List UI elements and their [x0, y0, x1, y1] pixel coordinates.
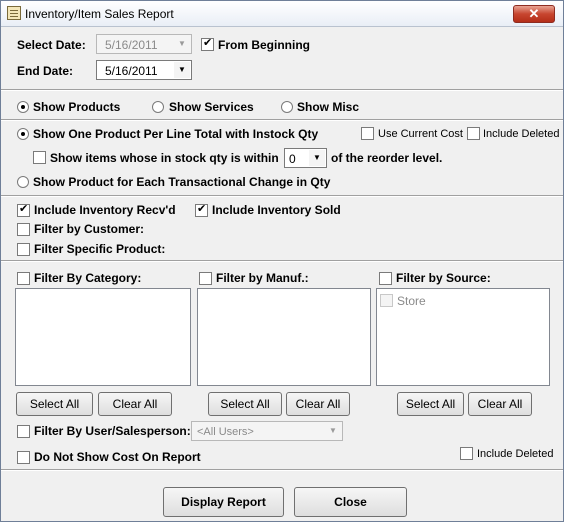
- include-recvd-checkbox[interactable]: [17, 202, 30, 217]
- no-cost-checkbox[interactable]: [17, 451, 30, 464]
- filter-manuf-checkbox[interactable]: [199, 272, 212, 285]
- window-close-button[interactable]: ✕: [513, 5, 555, 23]
- manuf-list[interactable]: [197, 288, 371, 386]
- show-products-label: Show Products: [33, 100, 121, 114]
- source-select-all-button[interactable]: Select All: [397, 392, 464, 416]
- category-select-all-button[interactable]: Select All: [16, 392, 93, 416]
- filter-source-checkbox[interactable]: [379, 272, 392, 285]
- include-recvd-label: Include Inventory Recv'd: [34, 203, 176, 217]
- show-products-radio[interactable]: [17, 101, 29, 113]
- within-reorder-checkbox[interactable]: [33, 151, 46, 164]
- use-current-cost-label: Use Current Cost: [378, 128, 463, 140]
- category-list[interactable]: [15, 288, 191, 386]
- reorder-level-label: of the reorder level.: [331, 151, 443, 165]
- filter-user-label: Filter By User/Salesperson:: [34, 424, 191, 438]
- window-title: Inventory/Item Sales Report: [25, 7, 174, 21]
- filter-product-label: Filter Specific Product:: [34, 242, 166, 256]
- end-date-picker[interactable]: 5/16/2011 ▼: [96, 60, 192, 80]
- include-deleted-label: Include Deleted: [483, 128, 560, 140]
- end-date-label: End Date:: [17, 64, 74, 78]
- divider: [1, 260, 563, 262]
- category-clear-all-button[interactable]: Clear All: [98, 392, 172, 416]
- chevron-down-icon: ▼: [174, 36, 190, 52]
- source-list[interactable]: Store: [376, 288, 550, 386]
- filter-product-checkbox[interactable]: [17, 243, 30, 256]
- show-misc-label: Show Misc: [297, 100, 360, 114]
- filter-category-checkbox[interactable]: [17, 272, 30, 285]
- user-include-deleted-checkbox[interactable]: [460, 447, 473, 460]
- divider: [1, 89, 563, 91]
- title-bar: Inventory/Item Sales Report ✕: [1, 1, 563, 27]
- include-sold-label: Include Inventory Sold: [212, 203, 341, 217]
- manuf-select-all-button[interactable]: Select All: [208, 392, 282, 416]
- within-reorder-label: Show items whose in stock qty is within: [50, 151, 279, 165]
- include-deleted-checkbox[interactable]: [467, 127, 480, 140]
- select-date-picker[interactable]: 5/16/2011 ▼: [96, 34, 192, 54]
- report-dialog: Inventory/Item Sales Report ✕ Select Dat…: [0, 0, 564, 522]
- filter-customer-checkbox[interactable]: [17, 223, 30, 236]
- divider: [1, 119, 563, 121]
- report-icon: [7, 6, 21, 20]
- show-services-radio[interactable]: [152, 101, 164, 113]
- show-services-label: Show Services: [169, 100, 254, 114]
- divider: [1, 195, 563, 197]
- use-current-cost-checkbox[interactable]: [361, 127, 374, 140]
- display-report-button[interactable]: Display Report: [163, 487, 284, 517]
- close-icon: ✕: [528, 6, 540, 21]
- close-button[interactable]: Close: [294, 487, 407, 517]
- source-clear-all-button[interactable]: Clear All: [468, 392, 532, 416]
- filter-category-label: Filter By Category:: [34, 271, 142, 285]
- manuf-clear-all-button[interactable]: Clear All: [286, 392, 350, 416]
- divider: [1, 469, 563, 471]
- include-sold-checkbox[interactable]: [195, 202, 208, 217]
- chevron-down-icon: ▼: [325, 423, 341, 439]
- filter-user-checkbox[interactable]: [17, 425, 30, 438]
- each-change-radio[interactable]: [17, 176, 29, 188]
- chevron-down-icon[interactable]: ▼: [174, 62, 190, 78]
- list-item-label: Store: [397, 294, 426, 308]
- no-cost-label: Do Not Show Cost On Report: [34, 450, 201, 464]
- chevron-down-icon[interactable]: ▼: [309, 150, 325, 166]
- filter-source-label: Filter by Source:: [396, 271, 491, 285]
- select-date-label: Select Date:: [17, 38, 86, 52]
- from-beginning-checkbox[interactable]: [201, 36, 214, 51]
- user-include-deleted-label: Include Deleted: [477, 448, 554, 460]
- list-item-checkbox[interactable]: [380, 294, 393, 307]
- one-per-line-label: Show One Product Per Line Total with Ins…: [33, 127, 319, 141]
- user-select[interactable]: <All Users> ▼: [191, 421, 343, 441]
- each-change-label: Show Product for Each Transactional Chan…: [33, 175, 331, 189]
- reorder-qty-select[interactable]: 0 ▼: [284, 148, 327, 168]
- from-beginning-label: From Beginning: [218, 38, 310, 52]
- filter-customer-label: Filter by Customer:: [34, 222, 145, 236]
- filter-manuf-label: Filter by Manuf.:: [216, 271, 309, 285]
- show-misc-radio[interactable]: [281, 101, 293, 113]
- one-per-line-radio[interactable]: [17, 128, 29, 140]
